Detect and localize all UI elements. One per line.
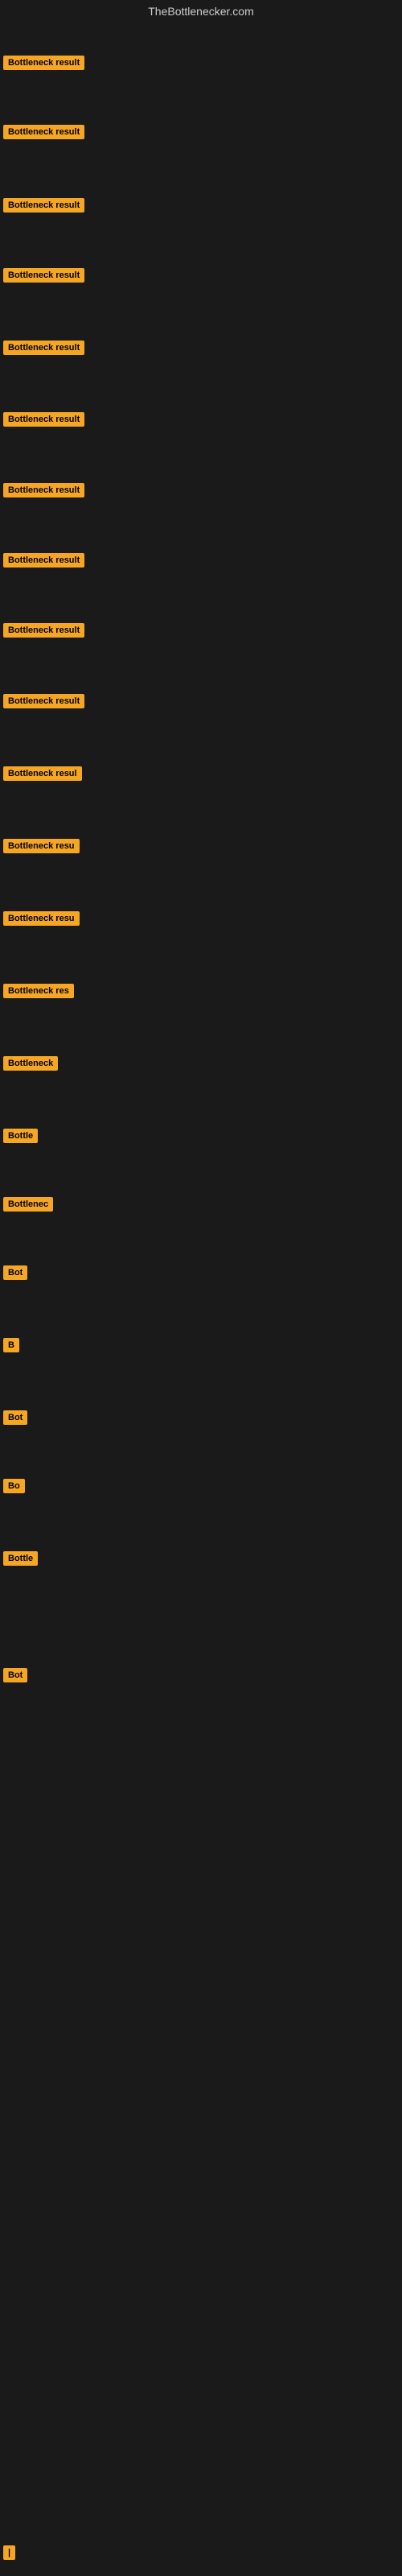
bottleneck-badge: Bottleneck resu — [3, 911, 80, 926]
result-row: Bottleneck result — [0, 337, 402, 362]
result-row: Bottleneck resu — [0, 836, 402, 861]
result-row: Bottlenec — [0, 1194, 402, 1219]
bottleneck-badge: Bottleneck result — [3, 553, 84, 568]
result-row: Bottleneck result — [0, 620, 402, 645]
result-row: Bottleneck result — [0, 52, 402, 77]
result-row: Bottleneck result — [0, 409, 402, 434]
result-row: Bottleneck — [0, 1053, 402, 1078]
bottleneck-badge: Bottleneck res — [3, 984, 74, 998]
bottleneck-badge: Bottle — [3, 1129, 38, 1143]
result-row: Bot — [0, 1407, 402, 1432]
result-row — [0, 1777, 402, 1784]
result-row: Bottleneck result — [0, 195, 402, 220]
result-row: Bottleneck resu — [0, 908, 402, 933]
result-row: Bot — [0, 1665, 402, 1690]
bottleneck-badge: Bottleneck result — [3, 694, 84, 708]
bottleneck-badge: Bottleneck result — [3, 56, 84, 70]
result-row — [0, 1898, 402, 1905]
bottleneck-badge: Bottleneck result — [3, 125, 84, 139]
bottleneck-badge: Bot — [3, 1668, 27, 1682]
result-row: Bottleneck res — [0, 980, 402, 1005]
bottleneck-badge: Bottleneck result — [3, 623, 84, 638]
result-row — [0, 2019, 402, 2025]
bottleneck-badge: Bottlenec — [3, 1197, 53, 1212]
bottleneck-badge: Bottleneck result — [3, 341, 84, 355]
result-row: Bottleneck resul — [0, 763, 402, 788]
bottleneck-badge: B — [3, 1338, 19, 1352]
result-row: B — [0, 1335, 402, 1360]
bottleneck-badge: Bot — [3, 1265, 27, 1280]
result-row: Bottle — [0, 1548, 402, 1573]
bottleneck-badge: Bottleneck resu — [3, 839, 80, 853]
result-row: Bot — [0, 1262, 402, 1287]
result-row: | — [0, 2542, 402, 2567]
result-row — [0, 2260, 402, 2267]
bottleneck-badge: Bottleneck result — [3, 412, 84, 427]
bottleneck-badge: Bottleneck result — [3, 198, 84, 213]
result-row: Bottleneck result — [0, 691, 402, 716]
bottleneck-badge: | — [3, 2545, 15, 2560]
result-row: Bottleneck result — [0, 550, 402, 575]
bottleneck-badge: Bottleneck resul — [3, 766, 82, 781]
result-row: Bottle — [0, 1125, 402, 1150]
bottleneck-badge: Bottleneck result — [3, 483, 84, 497]
bottleneck-badge: Bottleneck — [3, 1056, 58, 1071]
site-title: TheBottlenecker.com — [0, 0, 402, 23]
result-row: Bottleneck result — [0, 122, 402, 147]
bottleneck-badge: Bot — [3, 1410, 27, 1425]
result-row — [0, 2140, 402, 2146]
bottleneck-badge: Bo — [3, 1479, 25, 1493]
bottleneck-badge: Bottleneck result — [3, 268, 84, 283]
bottleneck-badge: Bottle — [3, 1551, 38, 1566]
result-row: Bottleneck result — [0, 265, 402, 290]
result-row: Bottleneck result — [0, 480, 402, 505]
result-row: Bo — [0, 1476, 402, 1501]
